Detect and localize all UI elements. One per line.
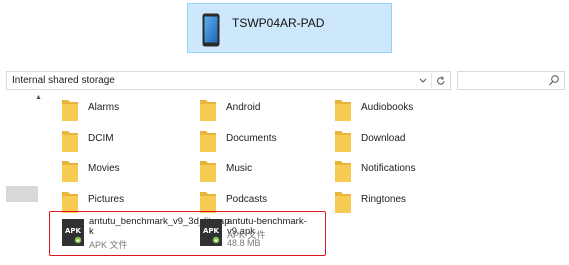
folder-label: Notifications (361, 163, 416, 174)
folder-alarms[interactable]: Alarms (62, 97, 192, 123)
search-input[interactable] (457, 71, 565, 90)
address-divider (431, 73, 432, 88)
folder-label: Alarms (88, 102, 120, 113)
folder-label: Download (361, 133, 406, 144)
apk-file-icon: APK (200, 219, 222, 246)
folder-ringtones[interactable]: Ringtones (335, 189, 465, 215)
folder-icon (200, 131, 216, 152)
file-name-line-2: k (89, 226, 94, 237)
device-name: TSWP04AR-PAD (232, 16, 325, 30)
folder-music[interactable]: Music (200, 158, 330, 184)
folder-icon (62, 161, 78, 182)
folder-icon (62, 131, 78, 152)
address-path: Internal shared storage (12, 75, 115, 86)
folder-label: DCIM (88, 133, 114, 144)
folder-audiobooks[interactable]: Audiobooks (335, 97, 465, 123)
folder-label: Android (226, 102, 261, 113)
folder-icon (335, 192, 351, 213)
folder-label: Music (226, 163, 253, 174)
folder-icon (200, 192, 216, 213)
folder-movies[interactable]: Movies (62, 158, 192, 184)
folder-dcim[interactable]: DCIM (62, 128, 192, 154)
folder-label: Movies (88, 163, 120, 174)
address-bar[interactable]: Internal shared storage (6, 71, 451, 90)
folder-label: Documents (226, 133, 277, 144)
apk-file-icon: APK (62, 219, 84, 246)
search-icon (549, 75, 559, 86)
file-size: 48.8 MB (227, 238, 261, 248)
folder-notifications[interactable]: Notifications (335, 158, 465, 184)
tablet-icon (202, 13, 220, 47)
device-tile[interactable]: TSWP04AR-PAD (187, 3, 392, 53)
svg-text:APK: APK (203, 227, 220, 235)
folder-label: Podcasts (226, 194, 268, 205)
folder-icon (335, 161, 351, 182)
folder-icon (200, 161, 216, 182)
folder-documents[interactable]: Documents (200, 128, 330, 154)
folder-icon (335, 100, 351, 121)
nav-scrollbar[interactable]: ▲ (33, 93, 45, 265)
file-name-line-1: antutu_benchmark_v9_3d_lite.ap (89, 216, 230, 227)
folder-icon (200, 100, 216, 121)
folder-label: Ringtones (361, 194, 407, 205)
file-antutu-lite-apk[interactable]: APK antutu_benchmark_v9_3d_lite.ap k APK… (62, 216, 230, 253)
folder-icon (62, 100, 78, 121)
nav-selected-item[interactable] (6, 186, 38, 202)
file-type: APK 文件 (89, 240, 128, 250)
folder-download[interactable]: Download (335, 128, 465, 154)
folder-icon (62, 192, 78, 213)
folder-android[interactable]: Android (200, 97, 330, 123)
svg-text:APK: APK (65, 227, 82, 235)
folder-icon (335, 131, 351, 152)
scroll-up-arrow-icon[interactable]: ▲ (35, 94, 42, 101)
folder-label: Audiobooks (361, 102, 414, 113)
refresh-icon[interactable] (435, 74, 447, 88)
chevron-down-icon[interactable] (417, 74, 429, 88)
file-explorer-window: TSWP04AR-PAD Internal shared storage ▲ A… (0, 0, 569, 265)
file-antutu-benchmark-apk[interactable]: APK antutu-benchmark-v9.apk APK 文件 48.8 … (200, 217, 325, 253)
folder-label: Pictures (88, 194, 125, 205)
